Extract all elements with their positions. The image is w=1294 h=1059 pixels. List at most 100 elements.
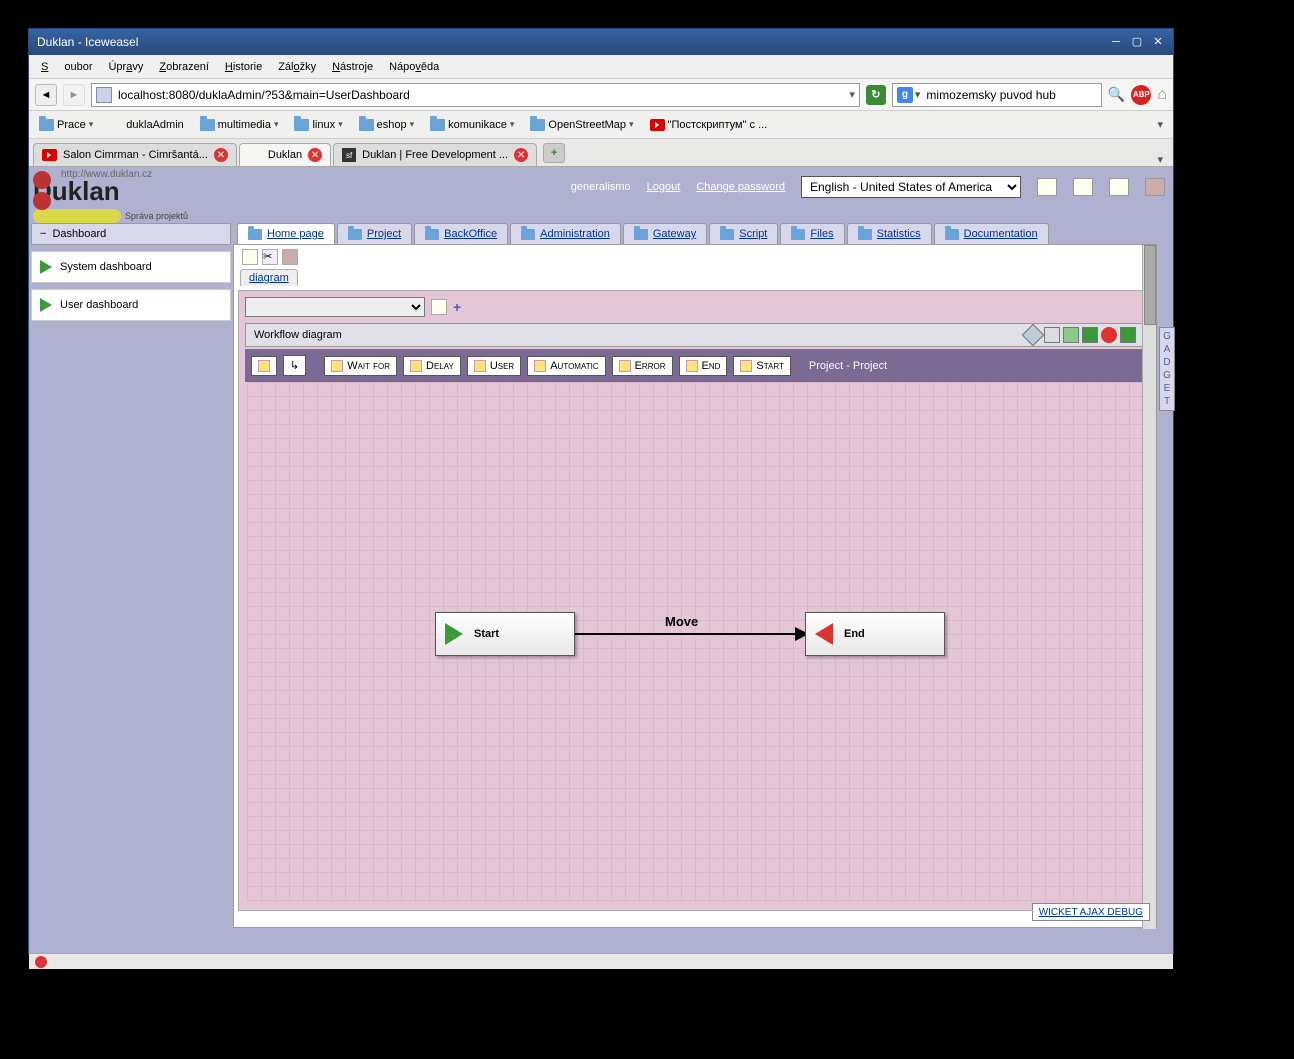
tab-administration[interactable]: Administration xyxy=(510,223,621,244)
node-start[interactable]: Start xyxy=(435,612,575,656)
cut-icon[interactable]: ✂ xyxy=(262,249,278,265)
forward-icon[interactable] xyxy=(1120,327,1136,343)
back-button[interactable]: ◄ xyxy=(35,84,57,106)
note-icon[interactable] xyxy=(1037,178,1057,196)
tools-icon[interactable] xyxy=(1109,178,1129,196)
change-password-link[interactable]: Change password xyxy=(696,181,785,193)
tab-close-icon[interactable]: ✕ xyxy=(308,148,322,162)
sidebar-section-dashboard[interactable]: Dashboard xyxy=(31,223,231,245)
menu-edit[interactable]: Úpravy xyxy=(100,58,151,76)
tab-duklan[interactable]: Duklan✕ xyxy=(239,143,331,166)
folder-icon xyxy=(634,229,648,240)
folder-icon xyxy=(425,229,439,240)
browser-menubar: Soubor Úpravy Zobrazení Historie Záložky… xyxy=(29,55,1173,79)
tab-home[interactable]: Home page xyxy=(237,223,335,244)
wicket-debug-link[interactable]: WICKET AJAX DEBUG xyxy=(1032,903,1150,921)
tab-close-icon[interactable]: ✕ xyxy=(214,148,228,162)
tool-user[interactable]: User xyxy=(467,356,521,376)
square-icon xyxy=(534,360,546,372)
tab-statistics[interactable]: Statistics xyxy=(847,223,932,244)
home-icon[interactable]: ⌂ xyxy=(1157,86,1167,104)
bookmark-linux[interactable]: linux▾ xyxy=(288,117,348,133)
binoculars-icon[interactable]: 🔍 xyxy=(1108,86,1125,103)
url-bar[interactable]: ▾ xyxy=(91,83,860,107)
menu-tools[interactable]: Nástroje xyxy=(324,58,381,76)
gadget-tab[interactable]: GADGET xyxy=(1159,327,1175,411)
favicon-icon xyxy=(109,118,123,132)
menu-view[interactable]: Zobrazení xyxy=(151,58,217,76)
diamond-icon[interactable] xyxy=(1022,324,1045,347)
search-input[interactable] xyxy=(920,88,1096,102)
tabs-overflow-icon[interactable]: ▾ xyxy=(1157,153,1169,166)
square-icon xyxy=(410,360,422,372)
menu-bookmarks[interactable]: Záložky xyxy=(270,58,324,76)
search-box[interactable]: g ▾ xyxy=(892,83,1102,107)
tab-backoffice[interactable]: BackOffice xyxy=(414,223,508,244)
new-workflow-icon[interactable] xyxy=(431,299,447,315)
bookmark-postscriptum[interactable]: "Постскриптум" с ... xyxy=(644,117,774,133)
bookmark-duklaadmin[interactable]: duklaAdmin xyxy=(103,116,189,134)
tool-error[interactable]: Error xyxy=(612,356,673,376)
up-icon[interactable] xyxy=(1082,327,1098,343)
scrollbar-thumb[interactable] xyxy=(1144,245,1156,325)
close-icon[interactable]: ✕ xyxy=(1151,35,1165,49)
tab-close-icon[interactable]: ✕ xyxy=(514,148,528,162)
tool-end[interactable]: End xyxy=(679,356,728,376)
folder-icon xyxy=(521,229,535,240)
tool-delay[interactable]: Delay xyxy=(403,356,461,376)
logout-link[interactable]: Logout xyxy=(647,181,681,193)
delete-icon[interactable] xyxy=(282,249,298,265)
new-icon[interactable] xyxy=(242,249,258,265)
edge-move[interactable] xyxy=(575,633,807,635)
tab-gateway[interactable]: Gateway xyxy=(623,223,707,244)
expand-icon[interactable] xyxy=(1063,327,1079,343)
browser-tabs: Salon Cimrman - Cimršantá...✕ Duklan✕ sf… xyxy=(29,139,1173,167)
bookmark-prace[interactable]: Prace▾ xyxy=(33,117,99,133)
bookmark-eshop[interactable]: eshop▾ xyxy=(353,117,421,133)
tool-connector[interactable]: ↳ xyxy=(283,355,306,376)
settings-icon[interactable] xyxy=(1044,327,1060,343)
list-icon[interactable] xyxy=(1073,178,1093,196)
bookmark-multimedia[interactable]: multimedia▾ xyxy=(194,117,285,133)
sidebar-item-system-dashboard[interactable]: System dashboard xyxy=(31,251,231,283)
tool-blank[interactable] xyxy=(251,356,277,376)
minimize-icon[interactable]: ─ xyxy=(1109,36,1123,50)
bookmark-osm[interactable]: OpenStreetMap▾ xyxy=(524,117,639,133)
tab-script[interactable]: Script xyxy=(709,223,778,244)
window-title: Duklan - Iceweasel xyxy=(37,35,138,49)
menu-help[interactable]: Nápověda xyxy=(381,58,447,76)
dropdown-icon[interactable]: ▾ xyxy=(849,88,855,101)
menu-history[interactable]: Historie xyxy=(217,58,270,76)
trash-icon[interactable] xyxy=(1145,178,1165,196)
node-end[interactable]: End xyxy=(805,612,945,656)
scrollbar[interactable] xyxy=(1142,245,1156,929)
workflow-select[interactable] xyxy=(245,297,425,317)
tab-sourceforge[interactable]: sfDuklan | Free Development ...✕ xyxy=(333,143,537,166)
tab-documentation[interactable]: Documentation xyxy=(934,223,1049,244)
reload-button[interactable]: ↻ xyxy=(866,85,886,105)
tab-salon[interactable]: Salon Cimrman - Cimršantá...✕ xyxy=(33,143,237,166)
tab-project[interactable]: Project xyxy=(337,223,412,244)
end-arrow-icon xyxy=(810,620,838,648)
sidebar-item-user-dashboard[interactable]: User dashboard xyxy=(31,289,231,321)
folder-icon xyxy=(348,229,362,240)
adblock-icon[interactable]: ABP xyxy=(1131,85,1151,105)
language-select[interactable]: English - United States of America xyxy=(801,176,1021,198)
maximize-icon[interactable]: ▢ xyxy=(1130,35,1144,49)
tool-start[interactable]: Start xyxy=(733,356,791,376)
new-tab-button[interactable]: + xyxy=(543,143,565,163)
close-panel-icon[interactable] xyxy=(1101,327,1117,343)
tool-automatic[interactable]: Automatic xyxy=(527,356,605,376)
url-input[interactable] xyxy=(112,88,849,102)
menu-file[interactable]: Soubor xyxy=(33,58,100,76)
subtab-diagram[interactable]: diagram xyxy=(240,269,298,286)
diagram-canvas[interactable]: Start Move End xyxy=(247,382,1143,902)
bookmark-komunikace[interactable]: komunikace▾ xyxy=(424,117,520,133)
bookmarks-overflow-icon[interactable]: ▾ xyxy=(1157,118,1169,131)
error-indicator-icon[interactable] xyxy=(35,956,47,968)
tool-waitfor[interactable]: Wait for xyxy=(324,356,397,376)
tab-files[interactable]: Files xyxy=(780,223,844,244)
folder-icon xyxy=(945,229,959,240)
add-icon[interactable]: + xyxy=(453,299,461,315)
forward-button[interactable]: ► xyxy=(63,84,85,106)
